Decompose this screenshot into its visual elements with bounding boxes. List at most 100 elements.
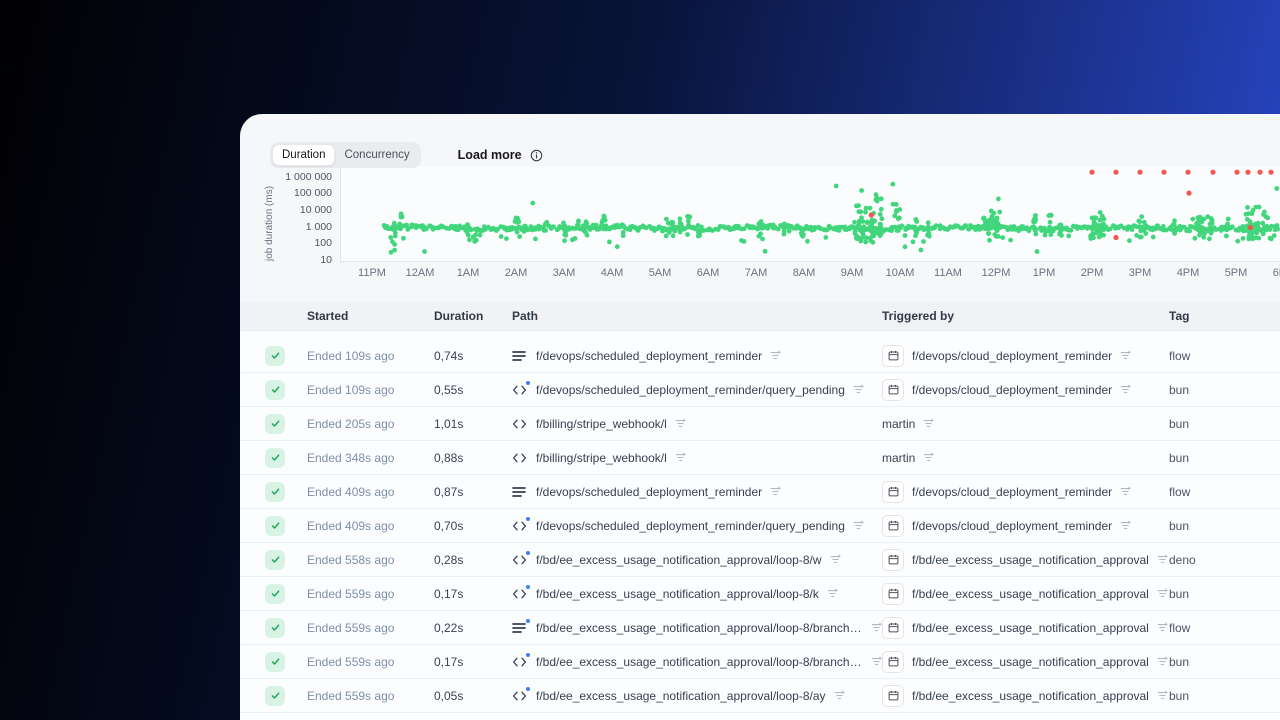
- trigger-link[interactable]: f/devops/cloud_deployment_reminder: [912, 485, 1112, 499]
- draft-dot-icon: [526, 584, 530, 589]
- trigger-link[interactable]: f/devops/cloud_deployment_reminder: [912, 383, 1112, 397]
- started-link[interactable]: Ended 559s ago: [307, 689, 394, 703]
- tab-duration[interactable]: Duration: [272, 144, 336, 166]
- success-icon: [265, 481, 285, 502]
- info-icon[interactable]: [530, 149, 543, 162]
- path-link[interactable]: f/billing/stripe_webhook/l: [536, 417, 667, 431]
- filter-icon[interactable]: [827, 588, 838, 599]
- path-link[interactable]: f/devops/scheduled_deployment_reminder: [536, 349, 762, 363]
- column-header: Triggered by: [882, 309, 955, 323]
- path-link[interactable]: f/bd/ee_excess_usage_notification_approv…: [536, 587, 819, 601]
- trigger-link[interactable]: martin: [882, 451, 915, 465]
- path-link[interactable]: f/devops/scheduled_deployment_reminder/q…: [536, 383, 845, 397]
- duration-value: 0,05s: [434, 688, 464, 703]
- trigger-link[interactable]: martin: [882, 417, 915, 431]
- filter-icon[interactable]: [675, 418, 686, 429]
- filter-icon[interactable]: [1120, 486, 1131, 497]
- schedule-icon: [882, 344, 904, 367]
- filter-icon[interactable]: [853, 520, 864, 531]
- schedule-icon: [882, 650, 904, 673]
- trigger-link[interactable]: f/bd/ee_excess_usage_notification_approv…: [912, 621, 1149, 635]
- script-icon: [512, 584, 530, 600]
- filter-icon[interactable]: [923, 418, 934, 429]
- script-icon: [512, 516, 530, 532]
- script-icon: [512, 380, 530, 396]
- filter-icon[interactable]: [830, 554, 841, 565]
- schedule-icon: [882, 480, 904, 503]
- started-link[interactable]: Ended 559s ago: [307, 587, 394, 601]
- started-link[interactable]: Ended 109s ago: [307, 349, 394, 363]
- started-link[interactable]: Ended 205s ago: [307, 417, 394, 431]
- duration-value: 0,17s: [434, 586, 464, 601]
- started-link[interactable]: Ended 559s ago: [307, 621, 394, 635]
- duration-value: 0,55s: [434, 382, 464, 397]
- filter-icon[interactable]: [1157, 690, 1168, 701]
- schedule-icon: [882, 684, 904, 707]
- table-row[interactable]: Ended 409s ago 0,70s f/devops/scheduled_de…: [240, 509, 1280, 543]
- load-more-button[interactable]: Load more: [458, 148, 543, 162]
- duration-value: 0,28s: [434, 552, 464, 567]
- table-row[interactable]: Ended 409s ago 0,87s f/devops/scheduled_de…: [240, 475, 1280, 509]
- started-link[interactable]: Ended 558s ago: [307, 553, 394, 567]
- script-icon: [512, 652, 530, 668]
- started-link[interactable]: Ended 409s ago: [307, 485, 394, 499]
- trigger-link[interactable]: f/bd/ee_excess_usage_notification_approv…: [912, 553, 1149, 567]
- path-link[interactable]: f/bd/ee_excess_usage_notification_approv…: [536, 655, 863, 669]
- table-row[interactable]: Ended 559s ago 0,17s f/bd/ee_excess_usage_…: [240, 645, 1280, 679]
- filter-icon[interactable]: [675, 452, 686, 463]
- schedule-icon: [882, 582, 904, 605]
- success-icon: [265, 447, 285, 468]
- duration-value: 0,74s: [434, 348, 464, 363]
- trigger-link[interactable]: f/devops/cloud_deployment_reminder: [912, 349, 1112, 363]
- schedule-icon: [882, 378, 904, 401]
- path-link[interactable]: f/billing/stripe_webhook/l: [536, 451, 667, 465]
- started-link[interactable]: Ended 348s ago: [307, 451, 394, 465]
- table-row[interactable]: Ended 558s ago 0,28s f/bd/ee_excess_usage_…: [240, 543, 1280, 577]
- duration-value: 0,70s: [434, 518, 464, 533]
- draft-dot-icon: [526, 652, 530, 657]
- table-row[interactable]: Ended 348s ago 0,88s f/billing/stripe_webh…: [240, 441, 1280, 475]
- tab-concurrency[interactable]: Concurrency: [335, 144, 418, 166]
- started-link[interactable]: Ended 409s ago: [307, 519, 394, 533]
- filter-icon[interactable]: [1120, 520, 1131, 531]
- table-row[interactable]: Ended 109s ago 0,55s f/devops/scheduled_de…: [240, 373, 1280, 407]
- table-row[interactable]: Ended 205s ago 1,01s f/billing/stripe_webh…: [240, 407, 1280, 441]
- filter-icon[interactable]: [1157, 588, 1168, 599]
- filter-icon[interactable]: [871, 656, 882, 667]
- table-row[interactable]: Ended 109s ago 0,74s f/devops/scheduled_de…: [240, 339, 1280, 373]
- duration-value: 1,01s: [434, 416, 464, 431]
- filter-icon[interactable]: [853, 384, 864, 395]
- filter-icon[interactable]: [871, 622, 882, 633]
- table-row[interactable]: Ended 559s ago 0,05s f/bd/ee_excess_usage_…: [240, 679, 1280, 713]
- x-tick-label: 10AM: [885, 267, 915, 279]
- filter-icon[interactable]: [1157, 622, 1168, 633]
- column-header: Duration: [434, 309, 484, 323]
- trigger-link[interactable]: f/devops/cloud_deployment_reminder: [912, 519, 1112, 533]
- table-header: Started Duration Path Triggered by Tag: [240, 302, 1280, 331]
- path-link[interactable]: f/bd/ee_excess_usage_notification_approv…: [536, 553, 822, 567]
- x-tick-label: 11PM: [358, 267, 386, 279]
- filter-icon[interactable]: [770, 350, 781, 361]
- filter-icon[interactable]: [923, 452, 934, 463]
- x-tick-label: 12PM: [981, 267, 1011, 279]
- started-link[interactable]: Ended 109s ago: [307, 383, 394, 397]
- path-link[interactable]: f/devops/scheduled_deployment_reminder: [536, 485, 762, 499]
- path-link[interactable]: f/bd/ee_excess_usage_notification_approv…: [536, 621, 863, 635]
- path-link[interactable]: f/bd/ee_excess_usage_notification_approv…: [536, 689, 826, 703]
- started-link[interactable]: Ended 559s ago: [307, 655, 394, 669]
- trigger-link[interactable]: f/bd/ee_excess_usage_notification_approv…: [912, 655, 1149, 669]
- filter-icon[interactable]: [834, 690, 845, 701]
- filter-icon[interactable]: [1157, 554, 1168, 565]
- filter-icon[interactable]: [1157, 656, 1168, 667]
- x-tick-label: 3AM: [552, 267, 576, 279]
- filter-icon[interactable]: [770, 486, 781, 497]
- table-row[interactable]: Ended 559s ago 0,17s f/bd/ee_excess_usage_…: [240, 577, 1280, 611]
- duration-value: 0,87s: [434, 484, 464, 499]
- path-link[interactable]: f/devops/scheduled_deployment_reminder/q…: [536, 519, 845, 533]
- trigger-link[interactable]: f/bd/ee_excess_usage_notification_approv…: [912, 689, 1149, 703]
- table-row[interactable]: Ended 559s ago 0,22s f/bd/ee_excess_usage_…: [240, 611, 1280, 645]
- filter-icon[interactable]: [1120, 384, 1131, 395]
- x-tick-label: 6PM: [1272, 267, 1280, 279]
- filter-icon[interactable]: [1120, 350, 1131, 361]
- trigger-link[interactable]: f/bd/ee_excess_usage_notification_approv…: [912, 587, 1149, 601]
